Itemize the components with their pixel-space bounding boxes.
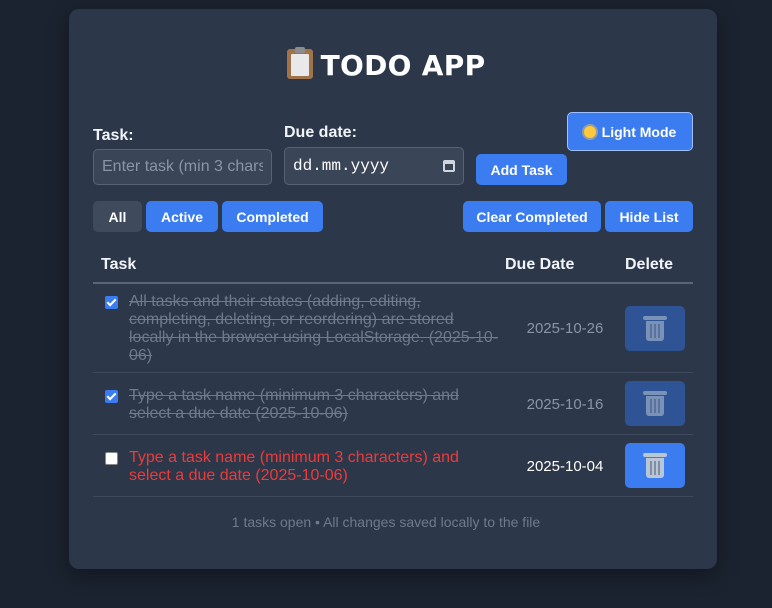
row-divider <box>93 434 693 435</box>
task-checkbox[interactable] <box>105 452 118 465</box>
task-checkbox[interactable] <box>105 296 118 309</box>
delete-button[interactable] <box>625 443 685 488</box>
clear-completed-button[interactable]: Clear Completed <box>463 201 601 232</box>
task-due-date: 2025-10-26 <box>526 320 604 337</box>
filter-all-label: All <box>108 208 127 225</box>
clear-completed-label: Clear Completed <box>476 208 588 225</box>
add-task-label: Add Task <box>490 161 553 178</box>
due-date-label: Due date: <box>284 124 357 141</box>
hide-list-label: Hide List <box>619 208 679 225</box>
delete-button[interactable] <box>625 306 685 351</box>
column-header-due-date: Due Date <box>505 256 575 273</box>
table-header-divider <box>93 282 693 284</box>
app-card <box>69 9 717 569</box>
page-title-text: TODO APP <box>320 49 486 82</box>
task-checkbox[interactable] <box>105 390 118 403</box>
trash-icon <box>643 390 667 416</box>
task-due-date: 2025-10-16 <box>526 396 604 413</box>
page-title: TODO APP <box>0 47 772 82</box>
trash-icon <box>643 315 667 341</box>
task-label: Task: <box>93 127 134 144</box>
hide-list-button[interactable]: Hide List <box>605 201 693 232</box>
column-header-delete: Delete <box>625 256 674 273</box>
clipboard-icon <box>286 47 313 79</box>
task-due-date: 2025-10-04 <box>526 458 604 475</box>
due-date-placeholder: dd.mm.yyyy <box>293 157 390 175</box>
task-text[interactable]: Type a task name (minimum 3 characters) … <box>129 449 499 485</box>
task-text[interactable]: Type a task name (minimum 3 characters) … <box>129 387 499 423</box>
delete-button[interactable] <box>625 381 685 426</box>
sun-icon <box>583 125 596 138</box>
filter-all-button[interactable]: All <box>93 201 142 232</box>
filter-active-button[interactable]: Active <box>146 201 218 232</box>
task-input[interactable] <box>93 149 272 185</box>
theme-toggle-button[interactable]: Light Mode <box>567 112 693 151</box>
add-task-button[interactable]: Add Task <box>476 154 567 185</box>
row-divider <box>93 372 693 373</box>
column-header-task: Task <box>101 256 137 273</box>
filter-active-label: Active <box>160 208 204 225</box>
filter-completed-button[interactable]: Completed <box>222 201 323 232</box>
status-footer: 1 tasks open • All changes saved locally… <box>231 514 541 530</box>
row-divider <box>93 496 693 497</box>
due-date-input[interactable]: dd.mm.yyyy <box>284 147 464 185</box>
trash-icon <box>643 452 667 478</box>
task-text[interactable]: All tasks and their states (adding, edit… <box>129 293 499 365</box>
theme-toggle-label: Light Mode <box>601 123 677 140</box>
filter-completed-label: Completed <box>236 208 309 225</box>
calendar-icon[interactable] <box>443 160 455 172</box>
